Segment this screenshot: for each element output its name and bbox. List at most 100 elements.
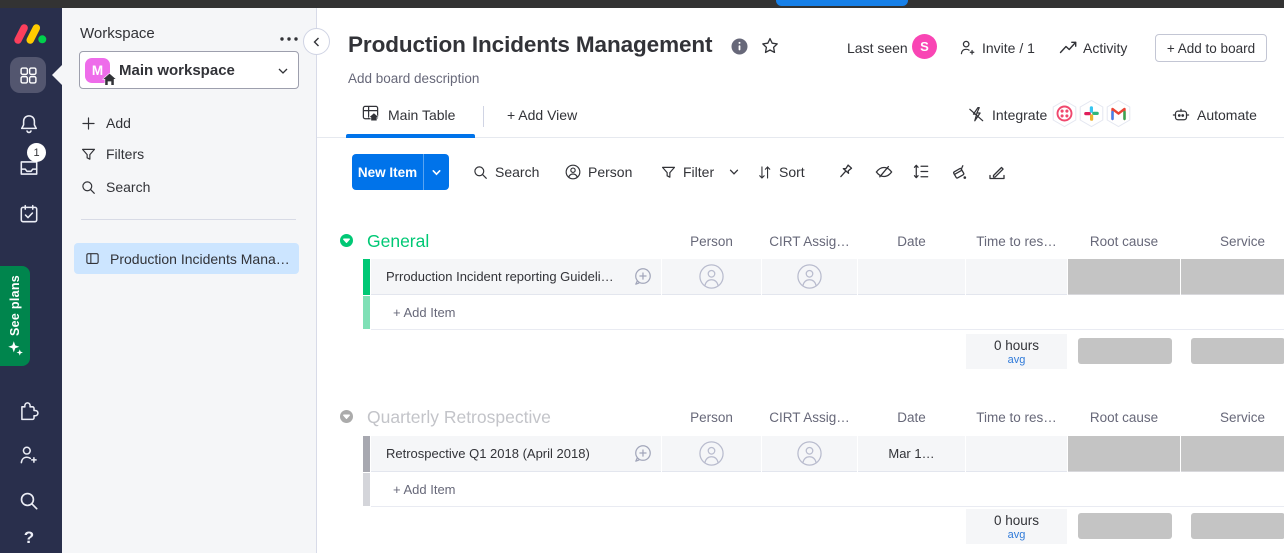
add-view-button[interactable]: + Add View	[507, 107, 577, 123]
work-management-icon[interactable]	[10, 57, 46, 93]
browser-top-pill	[776, 0, 908, 6]
service-summary-bar[interactable]	[1191, 513, 1284, 539]
root-cause-summary-bar[interactable]	[1078, 513, 1172, 539]
board-info-icon[interactable]	[731, 38, 748, 60]
item-name[interactable]: Retrospective Q1 2018 (April 2018)	[386, 446, 632, 461]
time-cell[interactable]	[966, 436, 1067, 472]
invite-person-icon[interactable]	[958, 38, 977, 62]
person-cell[interactable]	[662, 259, 761, 295]
left-rail: 1 See plans	[0, 8, 62, 553]
sidebar-collapse-button[interactable]	[303, 28, 330, 55]
column-header-service[interactable]: Service	[1181, 234, 1284, 249]
column-header-service[interactable]: Service	[1181, 410, 1284, 425]
add-row-color-bar	[363, 296, 370, 329]
toolbar-search-button[interactable]: Search	[472, 154, 539, 190]
chevron-down-icon[interactable]	[728, 166, 740, 178]
monday-logo[interactable]	[11, 21, 47, 47]
toolbar-hide-eye-icon[interactable]	[874, 162, 894, 187]
workspace-selector[interactable]: M Main workspace	[79, 51, 299, 89]
sidebar-board-item[interactable]: Production Incidents Mana…	[74, 243, 299, 274]
integrate-label[interactable]: Integrate	[992, 107, 1047, 123]
group-collapse-icon[interactable]	[340, 234, 353, 247]
toolbar-row-height-icon[interactable]	[912, 162, 931, 186]
board-description[interactable]: Add board description	[348, 71, 479, 86]
time-cell[interactable]	[966, 259, 1067, 295]
column-header-cirt[interactable]: CIRT Assig…	[762, 410, 857, 425]
toolbar-color-bucket-icon[interactable]	[949, 162, 969, 187]
add-to-board-button[interactable]: + Add to board	[1155, 34, 1267, 62]
toolbar-person-label: Person	[588, 164, 632, 180]
automate-label[interactable]: Automate	[1197, 107, 1257, 123]
invite-label[interactable]: Invite / 1	[982, 40, 1035, 56]
sidebar-item-search[interactable]: Search	[80, 176, 150, 198]
invite-members-icon[interactable]	[16, 442, 42, 468]
column-header-date[interactable]: Date	[858, 234, 965, 249]
column-header-person[interactable]: Person	[662, 234, 761, 249]
last-seen-avatar[interactable]: S	[912, 34, 937, 59]
tab-main-table[interactable]: Main Table	[388, 107, 455, 123]
favorite-star-icon[interactable]	[760, 36, 780, 61]
apps-puzzle-icon[interactable]	[16, 396, 42, 422]
activity-label[interactable]: Activity	[1083, 40, 1127, 56]
chevron-left-icon	[311, 36, 323, 48]
column-header-root[interactable]: Root cause	[1068, 234, 1180, 249]
add-item-row[interactable]: + Add Item	[371, 473, 1284, 507]
person-icon	[564, 163, 582, 181]
time-summary-cell[interactable]: 0 hours avg	[966, 509, 1067, 544]
column-header-date[interactable]: Date	[858, 410, 965, 425]
item-name[interactable]: Prroduction Incident reporting Guideli…	[386, 269, 632, 284]
row-color-bar	[363, 259, 370, 295]
notifications-bell-icon[interactable]	[17, 112, 41, 136]
time-summary-cell[interactable]: 0 hours avg	[966, 334, 1067, 369]
workspace-sidebar: Workspace M Main workspace	[62, 8, 317, 553]
group-collapse-icon[interactable]	[340, 410, 353, 423]
sidebar-item-label: Filters	[106, 146, 144, 162]
column-header-time[interactable]: Time to res…	[966, 234, 1067, 249]
add-item-row[interactable]: + Add Item	[371, 296, 1284, 330]
root-cause-cell[interactable]	[1068, 436, 1180, 472]
help-icon[interactable]: ?	[17, 526, 41, 550]
integration-badge-twilio	[1050, 99, 1079, 129]
toolbar-pin-icon[interactable]	[835, 162, 855, 187]
root-cause-summary-bar[interactable]	[1078, 338, 1172, 364]
date-cell[interactable]: Mar 1…	[858, 436, 965, 472]
rail-active-notch	[52, 65, 62, 85]
root-cause-cell[interactable]	[1068, 259, 1180, 295]
add-update-bubble-icon[interactable]	[632, 443, 653, 464]
cirt-cell[interactable]	[762, 436, 857, 472]
column-header-person[interactable]: Person	[662, 410, 761, 425]
toolbar-customize-pen-icon[interactable]	[987, 162, 1007, 187]
group-title[interactable]: General	[367, 231, 429, 252]
service-cell[interactable]	[1181, 259, 1284, 295]
see-plans-banner[interactable]: See plans	[0, 266, 30, 366]
workspace-menu-icon[interactable]	[278, 30, 300, 48]
sidebar-item-filters[interactable]: Filters	[80, 143, 144, 165]
column-header-root[interactable]: Root cause	[1068, 410, 1180, 425]
new-item-label[interactable]: New Item	[352, 154, 423, 190]
row-color-bar	[363, 436, 370, 472]
toolbar-filter-button[interactable]: Filter	[660, 154, 740, 190]
item-name-cell[interactable]: Prroduction Incident reporting Guideli…	[371, 259, 661, 295]
column-header-cirt[interactable]: CIRT Assig…	[762, 234, 857, 249]
board-title[interactable]: Production Incidents Management	[348, 32, 712, 58]
date-cell[interactable]	[858, 259, 965, 295]
inbox-badge: 1	[27, 143, 46, 162]
toolbar-sort-button[interactable]: Sort	[756, 154, 805, 190]
new-item-dropdown[interactable]	[423, 154, 449, 190]
new-item-button[interactable]: New Item	[352, 154, 449, 190]
service-summary-bar[interactable]	[1191, 338, 1284, 364]
activity-icon[interactable]	[1059, 40, 1078, 60]
toolbar-person-button[interactable]: Person	[564, 154, 632, 190]
rail-search-icon[interactable]	[17, 489, 41, 513]
person-cell[interactable]	[662, 436, 761, 472]
column-header-time[interactable]: Time to res…	[966, 410, 1067, 425]
cirt-cell[interactable]	[762, 259, 857, 295]
add-update-bubble-icon[interactable]	[632, 266, 653, 287]
group-title[interactable]: Quarterly Retrospective	[367, 407, 551, 428]
my-work-calendar-icon[interactable]	[17, 202, 41, 226]
sidebar-item-add[interactable]: Add	[80, 112, 131, 134]
service-cell[interactable]	[1181, 436, 1284, 472]
item-name-cell[interactable]: Retrospective Q1 2018 (April 2018)	[371, 436, 661, 472]
toolbar-sort-label: Sort	[779, 164, 805, 180]
add-row-color-bar	[363, 473, 370, 506]
